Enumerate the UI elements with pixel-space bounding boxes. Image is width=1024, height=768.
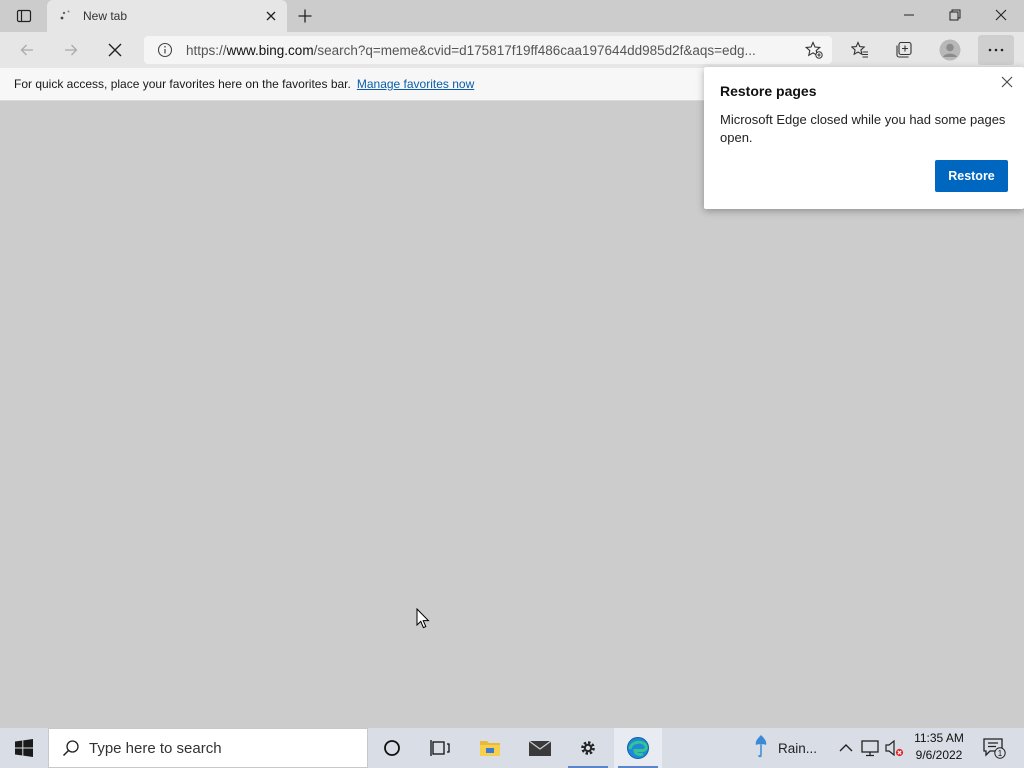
system-clock[interactable]: 11:35 AM 9/6/2022 xyxy=(910,730,968,766)
mail-icon[interactable] xyxy=(516,728,564,768)
url-text[interactable]: https://www.bing.com/search?q=meme&cvid=… xyxy=(186,43,786,58)
url-scheme: https:// xyxy=(186,42,227,58)
notification-count: 1 xyxy=(998,749,1003,758)
tab-actions-icon[interactable] xyxy=(8,6,40,26)
back-arrow-icon[interactable] xyxy=(12,35,42,65)
weather-widget[interactable]: Rain... xyxy=(754,728,834,768)
favorites-icon[interactable] xyxy=(844,35,876,65)
edge-icon[interactable] xyxy=(614,728,662,768)
network-icon[interactable] xyxy=(860,738,880,758)
address-bar[interactable]: https://www.bing.com/search?q=meme&cvid=… xyxy=(144,36,832,64)
taskbar-search-box[interactable]: Type here to search xyxy=(48,728,368,768)
windows-logo-icon[interactable] xyxy=(0,728,48,768)
search-icon xyxy=(61,738,81,758)
add-favorite-icon[interactable] xyxy=(804,40,824,60)
title-bar: New tab xyxy=(0,0,1024,32)
cortana-icon[interactable] xyxy=(368,728,416,768)
tab-new-tab[interactable]: New tab xyxy=(47,0,287,32)
clock-time: 11:35 AM xyxy=(914,731,964,745)
popup-title: Restore pages xyxy=(720,83,817,99)
close-icon[interactable] xyxy=(263,8,279,24)
file-explorer-icon[interactable] xyxy=(466,728,514,768)
tab-title: New tab xyxy=(83,9,128,23)
manage-favorites-link[interactable]: Manage favorites now xyxy=(357,77,474,91)
chevron-up-icon[interactable] xyxy=(836,738,856,758)
url-path: /search?q=meme&cvid=d175817f19ff486caa19… xyxy=(313,42,756,58)
plus-icon[interactable] xyxy=(294,5,316,27)
weather-text: Rain... xyxy=(778,740,818,756)
restore-button[interactable]: Restore xyxy=(935,160,1008,192)
mouse-cursor-icon xyxy=(416,607,430,630)
collections-icon[interactable] xyxy=(888,35,920,65)
address-toolbar: https://www.bing.com/search?q=meme&cvid=… xyxy=(0,32,1024,68)
favorites-bar-message: For quick access, place your favorites h… xyxy=(14,77,351,91)
restore-pages-popup: Restore pages Microsoft Edge closed whil… xyxy=(704,67,1024,209)
taskbar: Type here to search Rain... 11:35 AM 9/6… xyxy=(0,728,1024,768)
clock-date: 9/6/2022 xyxy=(915,748,963,762)
stop-icon[interactable] xyxy=(100,35,130,65)
more-icon[interactable] xyxy=(978,35,1014,65)
volume-muted-icon[interactable] xyxy=(884,738,904,758)
task-view-icon[interactable] xyxy=(416,728,464,768)
close-window-icon[interactable] xyxy=(978,0,1024,30)
weather-icon xyxy=(754,733,768,764)
restore-icon[interactable] xyxy=(932,0,978,30)
url-host: www.bing.com xyxy=(226,42,314,58)
search-placeholder: Type here to search xyxy=(89,739,222,757)
minimize-icon[interactable] xyxy=(886,0,932,30)
spinner-icon xyxy=(59,9,73,23)
popup-message: Microsoft Edge closed while you had some… xyxy=(720,112,1006,145)
profile-icon[interactable] xyxy=(934,35,966,65)
info-icon[interactable] xyxy=(156,41,174,59)
forward-arrow-icon[interactable] xyxy=(56,35,86,65)
notification-icon[interactable]: 1 xyxy=(978,728,1010,768)
close-icon[interactable] xyxy=(998,73,1016,91)
settings-icon[interactable] xyxy=(564,728,612,768)
